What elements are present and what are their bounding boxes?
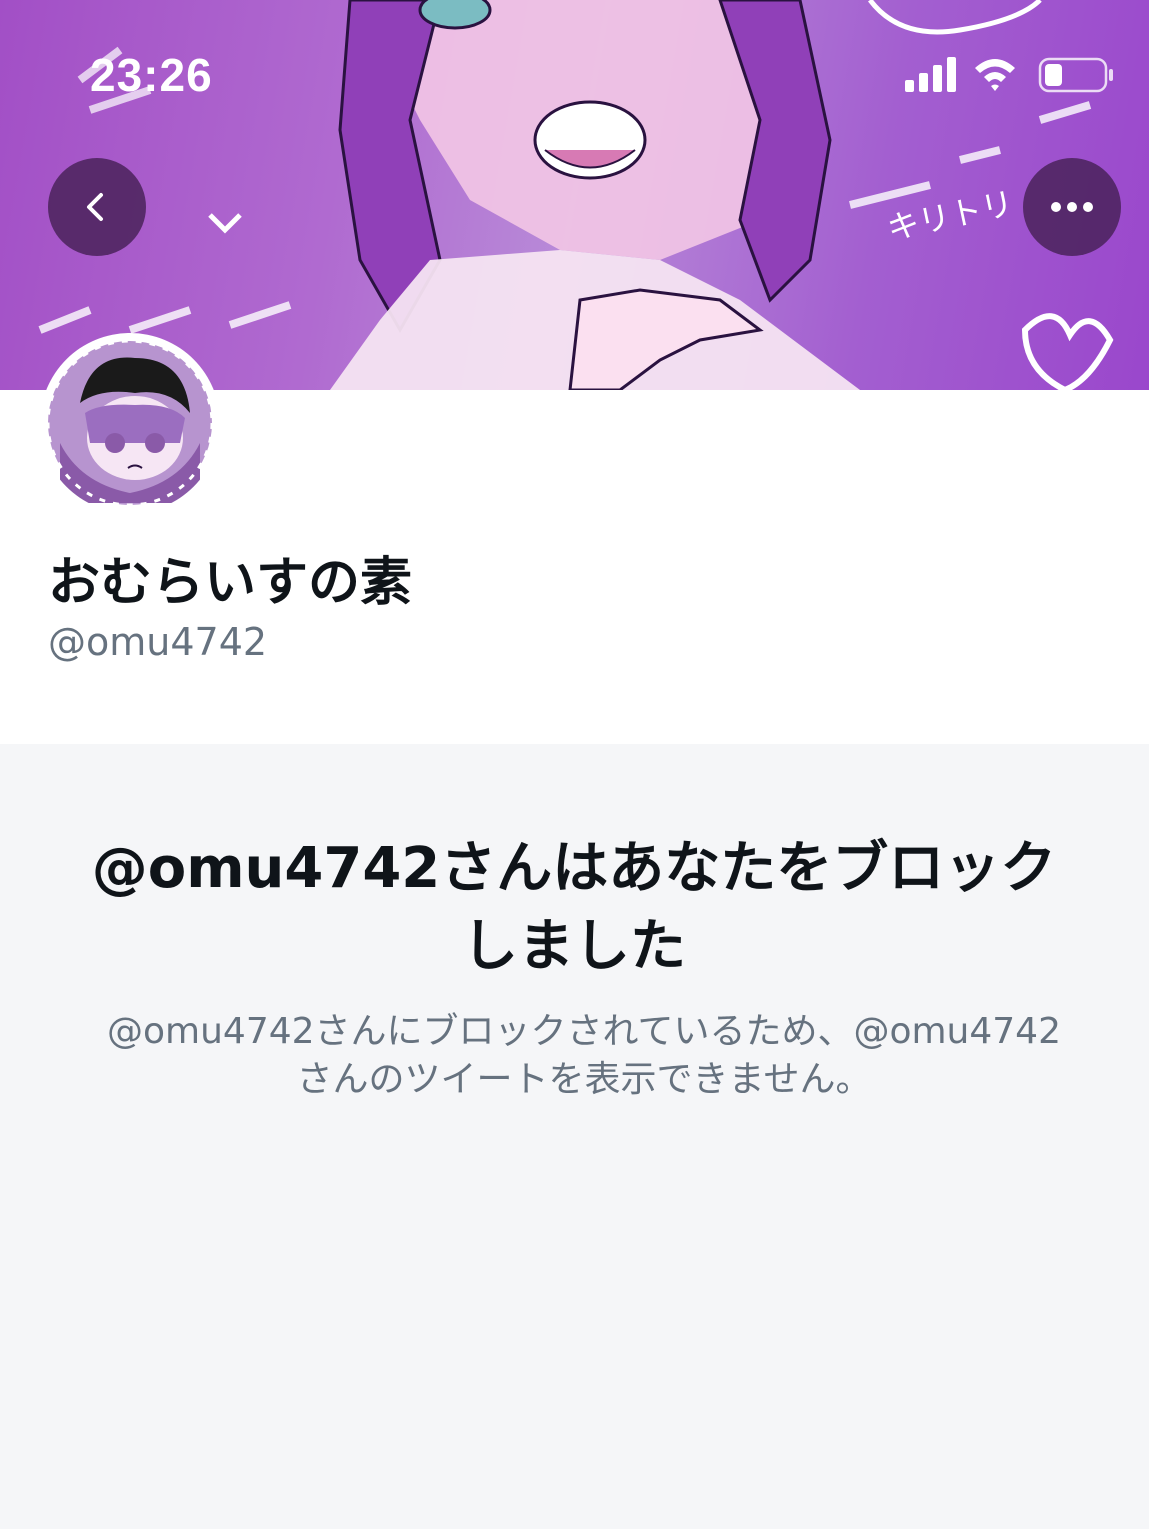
- chevron-left-icon: [87, 193, 103, 221]
- status-time: 23:26: [90, 49, 213, 101]
- avatar[interactable]: [40, 333, 220, 513]
- back-button[interactable]: [48, 158, 146, 256]
- wifi-icon: [975, 59, 1015, 91]
- blocked-title-line-1: @omu4742さんはあなたをブロック: [91, 836, 1057, 901]
- avatar-image: [46, 339, 214, 507]
- battery-icon: [1038, 57, 1113, 93]
- blocked-title: @omu4742さんはあなたをブロック しました: [74, 830, 1074, 986]
- status-icons: [905, 57, 1113, 93]
- profile-banner[interactable]: キリトリ 23:26: [0, 0, 1149, 390]
- blocked-description-line-2: さんのツイートを表示できません。: [296, 1059, 872, 1100]
- profile-display-name: おむらいすの素: [48, 553, 413, 613]
- blocked-description-line-1: @omu4742さんにブロックされているため、@omu4742: [107, 1011, 1061, 1052]
- blocked-description: @omu4742さんにブロックされているため、@omu4742 さんのツイートを…: [84, 1008, 1084, 1104]
- more-options-button[interactable]: [1023, 158, 1121, 256]
- more-horizontal-icon: [1051, 202, 1093, 212]
- cellular-signal-icon: [905, 57, 956, 92]
- profile-handle: @omu4742: [48, 620, 268, 664]
- blocked-title-line-2: しました: [462, 914, 686, 979]
